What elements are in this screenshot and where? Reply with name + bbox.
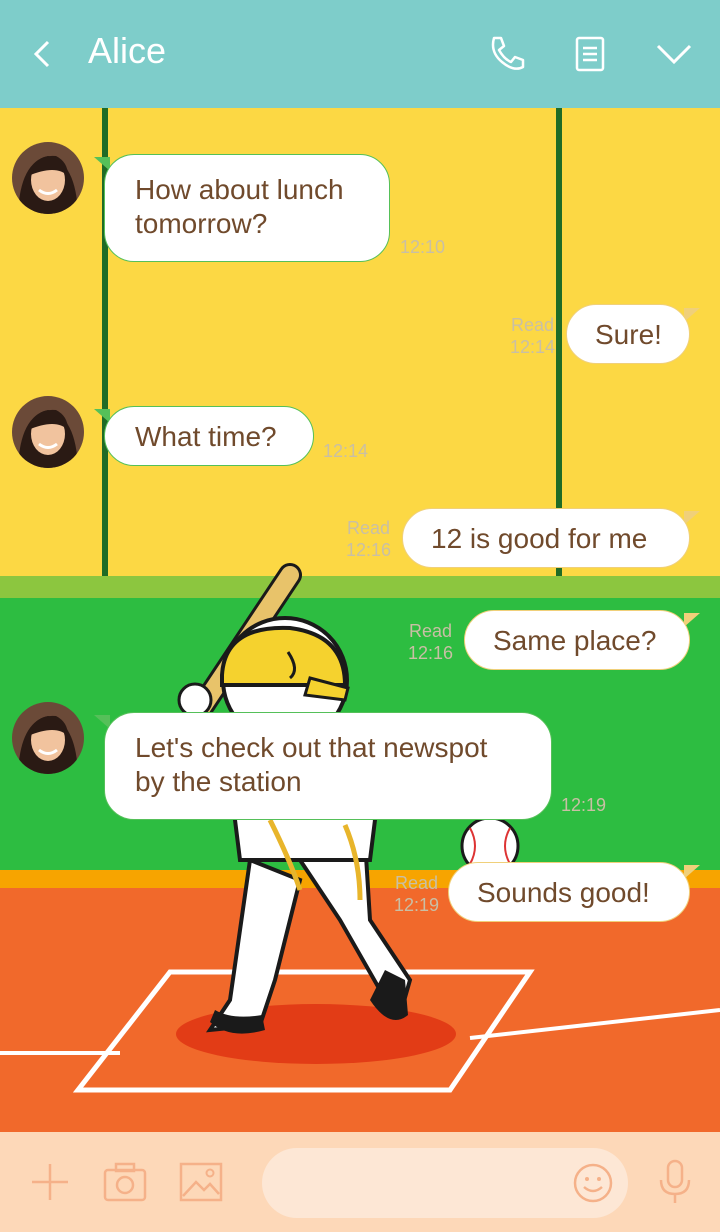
notes-icon[interactable] [568,32,612,76]
read-status: Read 12:16 [346,518,392,560]
chevron-left-icon[interactable] [28,38,56,70]
avatar[interactable] [12,702,84,774]
message-bubble-incoming[interactable]: Let's check out that newspot by the stat… [104,712,552,820]
message-text: by the station [135,766,302,797]
read-status: Read 12:16 [408,621,454,663]
chevron-down-icon[interactable] [652,32,696,76]
message-text: Let's check out that newspot [135,732,488,763]
foul-pole-right [556,108,562,576]
message-text: Sure! [595,319,662,350]
message-time: 12:10 [400,237,446,257]
microphone-icon[interactable] [656,1158,694,1206]
message-time: 12:19 [561,795,607,815]
read-status: Read 12:14 [510,315,556,357]
message-bubble-incoming[interactable]: What time? [104,406,314,466]
message-bubble-outgoing[interactable]: Sure! [566,304,690,364]
smiley-icon[interactable] [572,1162,614,1204]
avatar[interactable] [12,396,84,468]
message-text: How about lunch [135,174,344,205]
message-bubble-outgoing[interactable]: Sounds good! [448,862,690,922]
message-text: Same place? [493,625,657,656]
phone-icon[interactable] [484,32,528,76]
camera-icon[interactable] [102,1160,148,1204]
message-time: 12:14 [323,441,369,461]
message-text: What time? [135,421,277,452]
chat-title: Alice [88,30,167,71]
message-text: Sounds good! [477,877,650,908]
message-bubble-incoming[interactable]: How about lunch tomorrow? [104,154,390,262]
message-text: 12 is good for me [431,523,648,554]
message-bubble-outgoing[interactable]: Same place? [464,610,690,670]
plus-icon[interactable] [28,1160,72,1204]
message-text: tomorrow? [135,208,268,239]
message-bubble-outgoing[interactable]: 12 is good for me [402,508,690,568]
image-icon[interactable] [178,1160,224,1204]
read-status: Read 12:19 [394,873,440,915]
avatar[interactable] [12,142,84,214]
